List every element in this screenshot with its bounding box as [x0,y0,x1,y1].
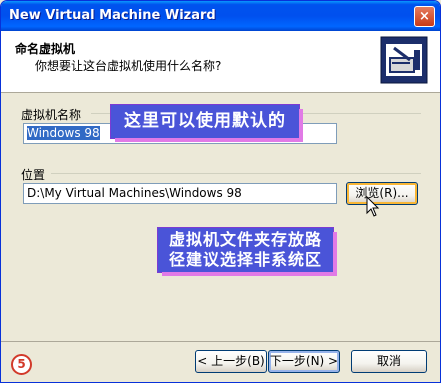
close-button[interactable]: × [414,6,435,27]
next-button[interactable]: 下一步(N) > [268,350,340,373]
location-group-divider [51,173,421,174]
page-title: 命名虚拟机 [15,42,76,56]
wizard-header: 命名虚拟机 你想要让这台虚拟机使用什么名称? [1,31,440,93]
footer-divider [1,341,440,342]
wizard-window: New Virtual Machine Wizard × 命名虚拟机 你想要让这… [0,0,441,383]
browse-button[interactable]: 浏览(R)... [346,182,418,205]
location-hint-annotation: 虚拟机文件夹存放路 径建议选择非系统区 [158,228,333,272]
title-bar[interactable]: New Virtual Machine Wizard × [1,1,440,31]
step-number-badge: 5 [11,354,32,375]
vm-wizard-icon [380,36,428,84]
vm-name-value: Windows 98 [27,126,100,140]
vm-name-group-label: 虚拟机名称 [21,108,82,122]
cancel-button[interactable]: 取消 [351,350,427,373]
location-group-label: 位置 [21,168,46,182]
location-hint-line-2: 径建议选择非系统区 [168,250,322,269]
name-hint-annotation: 这里可以使用默认的 [111,105,299,138]
page-subtitle: 你想要让这台虚拟机使用什么名称? [35,59,222,73]
window-title: New Virtual Machine Wizard [9,8,216,23]
mouse-cursor-icon [366,196,380,217]
location-hint-line-1: 虚拟机文件夹存放路 [168,230,322,249]
location-input[interactable]: D:\My Virtual Machines\Windows 98 [23,183,337,204]
back-button[interactable]: < 上一步(B) [195,350,267,373]
